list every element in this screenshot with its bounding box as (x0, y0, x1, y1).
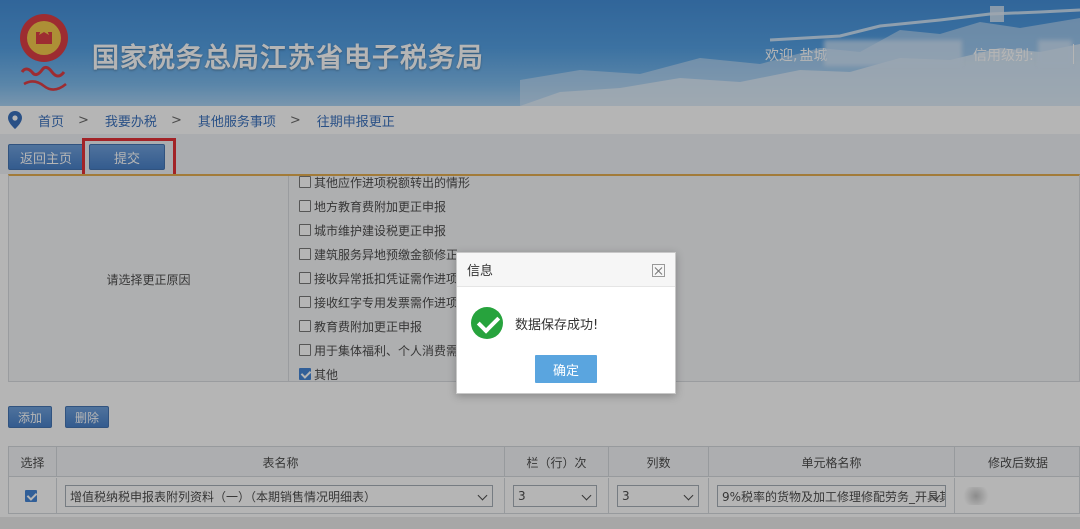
dialog-title: 信息 (467, 264, 494, 279)
info-dialog: 信息 数据保存成功! 确定 (456, 252, 676, 394)
dialog-body: 数据保存成功! (471, 307, 598, 339)
close-icon[interactable] (652, 264, 665, 277)
success-check-icon (471, 307, 503, 339)
dialog-message: 数据保存成功! (515, 317, 599, 333)
dialog-header: 信息 (457, 253, 675, 287)
confirm-button[interactable]: 确定 (535, 355, 597, 383)
